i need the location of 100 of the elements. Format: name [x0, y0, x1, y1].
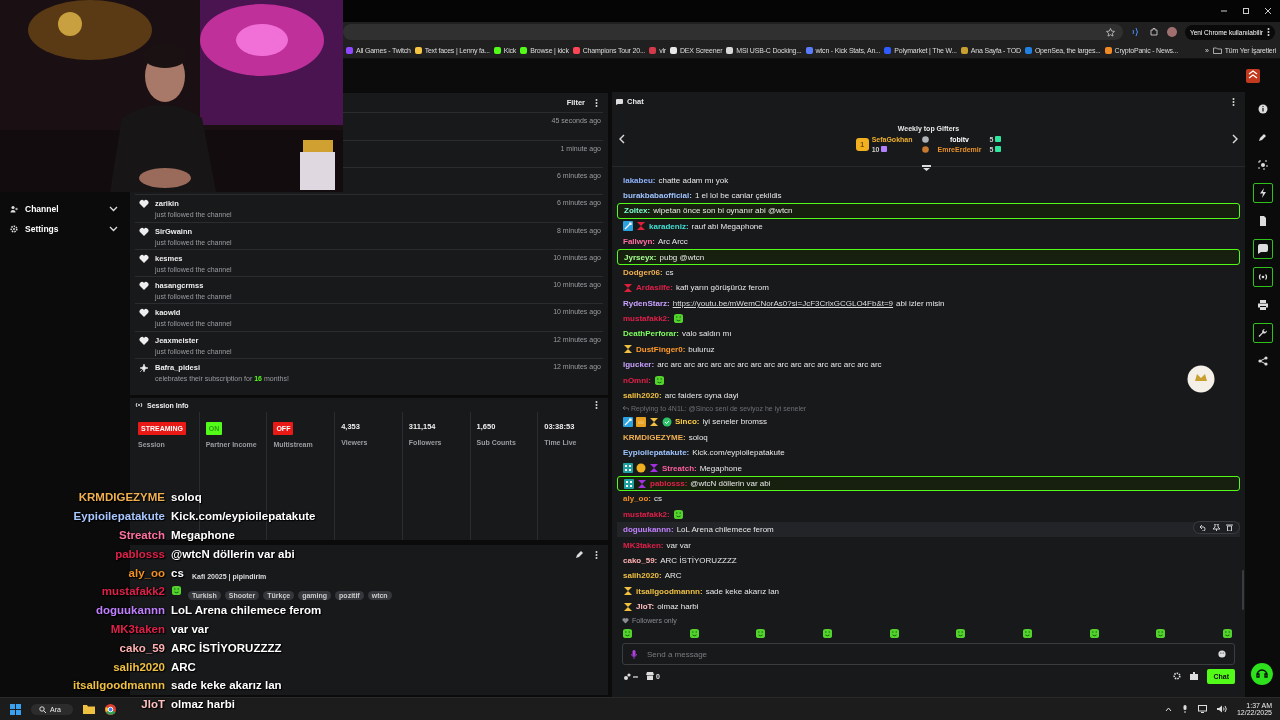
chat-username[interactable]: Fallwyn: — [623, 237, 655, 247]
chat-username[interactable]: Jyrseyx: — [624, 252, 657, 262]
message-text: Arc Arcc — [658, 237, 688, 247]
chat-username[interactable]: DustFinger0: — [636, 344, 686, 354]
volume-icon[interactable] — [1216, 705, 1227, 714]
gift-icon — [881, 146, 888, 153]
folder-icon[interactable] — [82, 704, 95, 715]
close-icon[interactable] — [1264, 7, 1272, 15]
chat-username[interactable]: Dodger06: — [623, 267, 663, 277]
toolbar-button[interactable] — [1252, 239, 1273, 260]
chevron-left-icon[interactable] — [618, 133, 625, 144]
highlighted-message[interactable]: pablosss: @wtcN döllerin var abi — [617, 475, 1240, 492]
chat-username[interactable]: pablosss: — [650, 479, 688, 488]
emote-icon — [1155, 627, 1167, 639]
undo-icon — [1200, 524, 1207, 531]
message-field[interactable]: Send a message — [622, 643, 1235, 666]
logo-icon[interactable] — [1246, 68, 1260, 83]
collapse-icon[interactable] — [922, 165, 931, 172]
overlay-message: olmaz harbi — [171, 698, 235, 711]
emote-icon — [672, 313, 684, 325]
settings-icon — [10, 225, 18, 234]
more-icon[interactable] — [595, 97, 598, 108]
grid-badge-icon — [624, 478, 634, 489]
message-text: sade keke akarız lan — [705, 586, 780, 596]
overlay-message: soloq — [171, 491, 202, 504]
chat-username[interactable]: lakabeu: — [623, 175, 656, 185]
search-icon — [39, 705, 46, 713]
windows-icon[interactable] — [10, 703, 21, 715]
chat-username[interactable]: burakbabaofficial: — [623, 190, 692, 200]
star-icon[interactable] — [1105, 27, 1115, 37]
message-text: soloq — [688, 432, 708, 442]
chat-username[interactable]: Sinco: — [675, 417, 700, 427]
browser-icon[interactable] — [104, 703, 116, 715]
pencil-icon[interactable] — [575, 551, 583, 560]
signal-icon[interactable] — [1130, 27, 1141, 37]
extensions-icon[interactable] — [1148, 27, 1159, 37]
puzzle-icon[interactable] — [1189, 671, 1200, 682]
chat-username[interactable]: DeathPerforar: — [623, 329, 679, 339]
microphone-icon[interactable] — [1181, 705, 1188, 714]
settings-icon[interactable] — [1173, 672, 1182, 681]
pin-button[interactable] — [1213, 524, 1220, 531]
chat-username[interactable]: mustafakk2: — [623, 509, 670, 519]
toolbar-button[interactable] — [1252, 183, 1273, 204]
overlay-username: KRMDIGEZYME — [78, 491, 165, 504]
chat-username[interactable]: JloT: — [636, 602, 655, 612]
more-icon[interactable] — [595, 400, 598, 411]
chevron-right-icon[interactable] — [1232, 133, 1239, 144]
broadcast-icon — [135, 402, 143, 409]
chat-username[interactable]: lgucker: — [623, 360, 655, 370]
chat-username[interactable]: nOmni: — [623, 375, 651, 385]
more-icon[interactable] — [595, 550, 598, 561]
overlay-username: itsallgoodmannn — [73, 679, 165, 692]
chat-username[interactable]: Zoitex: — [624, 206, 651, 216]
star-icon — [139, 363, 149, 374]
toolbar-button[interactable] — [1252, 323, 1273, 344]
sidebar-item[interactable]: Settings — [0, 219, 130, 240]
avatar[interactable] — [1166, 27, 1177, 37]
emote-icon — [755, 627, 767, 639]
chat-username[interactable]: KRMDIGEZYME: — [623, 432, 686, 442]
chat-username[interactable]: mustafakk2: — [623, 314, 670, 324]
scrollbar[interactable] — [1242, 570, 1244, 611]
chat-username[interactable]: salih2020: — [623, 571, 662, 581]
emote-icon — [955, 627, 967, 639]
monitor-icon[interactable] — [1197, 705, 1207, 714]
emote-icon — [688, 627, 700, 639]
delete-button[interactable] — [1226, 524, 1233, 531]
message-text: olmaz harbi — [657, 602, 699, 612]
sword-badge-icon — [623, 221, 633, 232]
chat-username[interactable]: Streatch: — [662, 463, 697, 473]
check-badge-icon — [662, 416, 672, 427]
highlighted-message[interactable]: Jyrseyx: pubg @wtcn — [617, 249, 1240, 265]
emote-icon — [171, 585, 183, 598]
chat-username[interactable]: aly_oo: — [623, 494, 651, 504]
chat-username[interactable]: MK3taken: — [623, 540, 664, 550]
medallion-icon[interactable] — [1187, 365, 1215, 394]
chat-username[interactable]: doguukannn: — [623, 525, 674, 535]
chat-username[interactable]: karadeniz: — [649, 221, 689, 231]
emoji-icon[interactable] — [1218, 650, 1226, 659]
message-input[interactable]: Send a message — [647, 644, 1208, 665]
toolbar-button[interactable] — [1252, 267, 1273, 288]
chevron-up-icon[interactable] — [1164, 706, 1172, 712]
message-link[interactable]: https://youtu.be/mWemCNorAs0?si=JcF3CrlxGCGLO4Fb&t=9 — [672, 298, 894, 308]
message-text: wipetan önce son bi oynanır abi @wtcn — [653, 206, 793, 216]
reply-button[interactable] — [1200, 524, 1207, 531]
chat-username[interactable]: Ardasilfe: — [636, 283, 673, 293]
menu-icon[interactable] — [1267, 27, 1270, 37]
minimize-icon[interactable] — [1220, 7, 1228, 15]
chat-username[interactable]: Eypioilepatakute: — [623, 448, 690, 458]
chat-username[interactable]: cako_59: — [623, 555, 658, 565]
hovered-message[interactable]: doguukannn: LoL Arena chilemece ferom — [617, 522, 1240, 538]
overlay-message: sade keke akarız lan — [171, 679, 282, 692]
sidebar-item[interactable]: Channel — [0, 199, 130, 220]
overlay-username: Eypioilepatakute — [73, 510, 165, 523]
chat-username[interactable]: itsallgoodmannn: — [636, 586, 703, 596]
maximize-icon[interactable] — [1242, 7, 1250, 15]
more-icon[interactable] — [1232, 96, 1235, 107]
chat-username[interactable]: salih2020: — [623, 391, 662, 401]
chat-username[interactable]: RydenStarz: — [623, 298, 670, 308]
hourglass-badge-icon — [637, 478, 647, 489]
highlighted-message[interactable]: Zoitex: wipetan önce son bi oynanır abi @wtcn — [617, 203, 1240, 219]
